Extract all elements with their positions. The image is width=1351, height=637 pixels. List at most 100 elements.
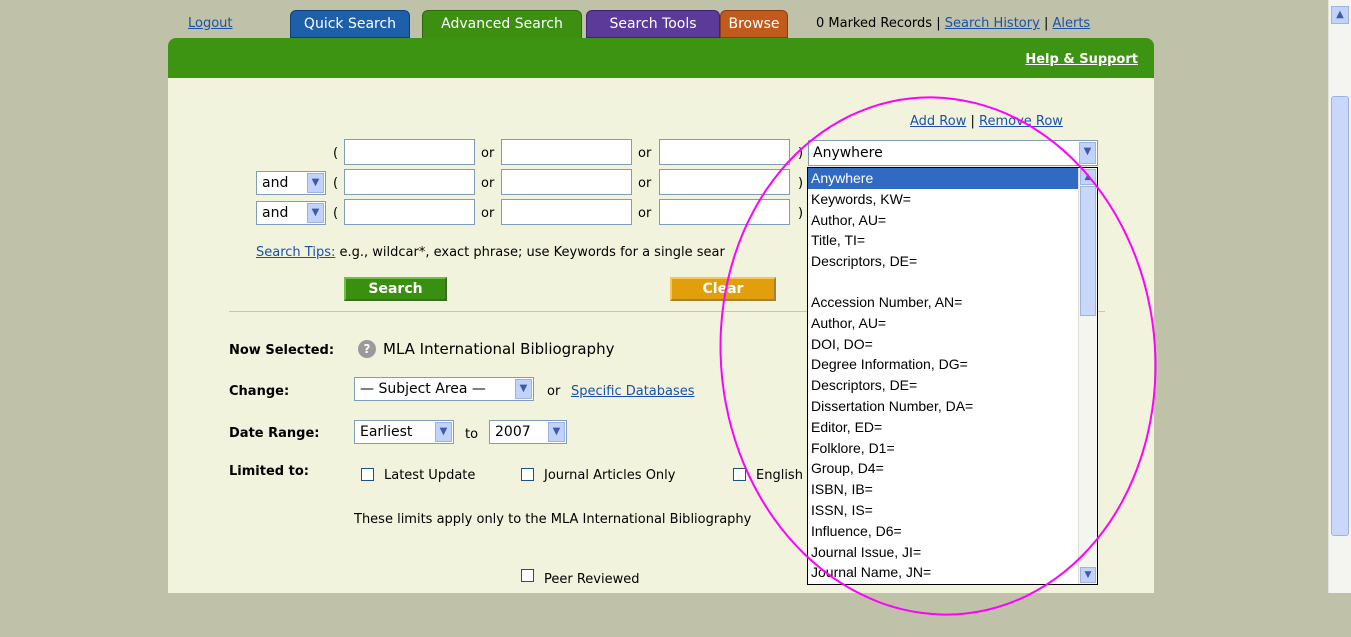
- dropdown-option[interactable]: Title, TI=: [808, 230, 1097, 251]
- chevron-down-icon[interactable]: ▼: [1080, 567, 1096, 583]
- dropdown-option[interactable]: Influence, D6=: [808, 521, 1097, 542]
- add-row-link[interactable]: Add Row: [910, 114, 966, 129]
- search-button[interactable]: Search: [344, 277, 447, 301]
- peer-reviewed-checkbox[interactable]: [521, 569, 534, 582]
- search-tips: Search Tips: e.g., wildcar*, exact phras…: [256, 245, 725, 260]
- date-range-label: Date Range:: [229, 426, 320, 441]
- remove-row-link[interactable]: Remove Row: [979, 114, 1063, 129]
- dropdown-items: Anywhere Keywords, KW= Author, AU= Title, T…: [808, 168, 1097, 583]
- chevron-down-icon[interactable]: ▼: [548, 422, 565, 442]
- separator: |: [936, 16, 941, 31]
- separator: |: [1043, 16, 1049, 31]
- dropdown-option[interactable]: Anywhere: [808, 168, 1097, 189]
- chevron-down-icon[interactable]: ▼: [435, 422, 452, 442]
- english-checkbox[interactable]: [733, 468, 746, 481]
- query-input-2c[interactable]: [659, 169, 790, 195]
- dropdown-option[interactable]: Folklore, D1=: [808, 438, 1097, 459]
- dropdown-option[interactable]: Degree Information, DG=: [808, 354, 1097, 375]
- chevron-down-icon[interactable]: ▼: [515, 379, 532, 399]
- journal-articles-label: Journal Articles Only: [544, 468, 676, 483]
- boolean-select-2[interactable]: and ▼: [256, 171, 326, 195]
- dropdown-option[interactable]: Dissertation Number, DA=: [808, 396, 1097, 417]
- help-support-link[interactable]: Help & Support: [1025, 52, 1138, 67]
- dropdown-scrollbar[interactable]: ▲ ▼: [1078, 168, 1097, 584]
- query-input-1b[interactable]: [501, 139, 632, 165]
- scroll-thumb[interactable]: [1331, 96, 1349, 536]
- chevron-up-icon[interactable]: ▲: [1331, 6, 1349, 24]
- dropdown-option[interactable]: Accession Number, AN=: [808, 292, 1097, 313]
- close-paren: ): [798, 206, 804, 221]
- scroll-thumb[interactable]: [1080, 186, 1096, 316]
- dropdown-option[interactable]: Descriptors, DE=: [808, 375, 1097, 396]
- dropdown-option[interactable]: ISBN, IB=: [808, 479, 1097, 500]
- page-scrollbar[interactable]: ▲: [1328, 0, 1351, 593]
- english-label: English: [756, 468, 803, 483]
- dropdown-option[interactable]: Author, AU=: [808, 313, 1097, 334]
- query-input-3c[interactable]: [659, 199, 790, 225]
- dropdown-option[interactable]: Descriptors, DE=: [808, 251, 1097, 272]
- chevron-up-icon[interactable]: ▲: [1080, 169, 1096, 185]
- clear-button[interactable]: Clear: [670, 277, 776, 301]
- tab-advanced-search[interactable]: Advanced Search: [422, 10, 582, 40]
- query-input-3a[interactable]: [344, 199, 475, 225]
- subject-area-value: — Subject Area —: [360, 381, 486, 397]
- subject-area-select[interactable]: — Subject Area — ▼: [354, 377, 534, 401]
- query-input-1a[interactable]: [344, 139, 475, 165]
- boolean-value: and: [262, 205, 289, 221]
- query-input-2a[interactable]: [344, 169, 475, 195]
- specific-databases-link[interactable]: Specific Databases: [571, 384, 695, 399]
- or-label: or: [481, 206, 495, 221]
- close-paren: ): [798, 176, 804, 191]
- date-to-select[interactable]: 2007 ▼: [489, 420, 567, 444]
- or-label: or: [481, 146, 495, 161]
- query-input-2b[interactable]: [501, 169, 632, 195]
- boolean-select-3[interactable]: and ▼: [256, 201, 326, 225]
- or-label: or: [481, 176, 495, 191]
- latest-update-label: Latest Update: [384, 468, 476, 483]
- or-label: or: [638, 206, 652, 221]
- row-controls: Add Row | Remove Row: [910, 114, 1063, 129]
- limits-note: These limits apply only to the MLA Inter…: [354, 512, 752, 527]
- logout-link[interactable]: Logout: [188, 16, 233, 31]
- chevron-down-icon[interactable]: ▼: [307, 203, 324, 223]
- or-label: or: [638, 176, 652, 191]
- close-paren: ): [798, 146, 804, 161]
- tab-browse[interactable]: Browse: [720, 10, 788, 38]
- chevron-down-icon[interactable]: ▼: [307, 173, 324, 193]
- query-input-3b[interactable]: [501, 199, 632, 225]
- now-selected-label: Now Selected:: [229, 343, 335, 358]
- date-to-value: 2007: [495, 424, 531, 440]
- alerts-link[interactable]: Alerts: [1052, 16, 1090, 31]
- dropdown-option: [808, 272, 1097, 292]
- dropdown-option[interactable]: Editor, ED=: [808, 417, 1097, 438]
- tab-search-tools[interactable]: Search Tools: [586, 10, 720, 38]
- dropdown-option[interactable]: Journal Name, JN=: [808, 562, 1097, 583]
- dropdown-option[interactable]: ISSN, IS=: [808, 500, 1097, 521]
- field-select[interactable]: Anywhere ▼: [808, 140, 1098, 166]
- search-tips-link[interactable]: Search Tips:: [256, 245, 335, 260]
- top-nav: Logout Quick Search Advanced Search Sear…: [168, 10, 1154, 40]
- peer-reviewed-label: Peer Reviewed: [544, 572, 640, 587]
- search-history-link[interactable]: Search History: [945, 16, 1040, 31]
- chevron-down-icon[interactable]: ▼: [1079, 142, 1096, 164]
- or-label: or: [547, 384, 561, 399]
- dropdown-option[interactable]: Author, AU=: [808, 210, 1097, 231]
- date-from-select[interactable]: Earliest ▼: [354, 420, 454, 444]
- query-input-1c[interactable]: [659, 139, 790, 165]
- dropdown-option[interactable]: Journal Issue, JI=: [808, 542, 1097, 563]
- open-paren: (: [333, 206, 339, 221]
- latest-update-checkbox[interactable]: [361, 468, 374, 481]
- tab-quick-search[interactable]: Quick Search: [290, 10, 410, 38]
- marked-records-count: 0 Marked Records: [816, 16, 933, 31]
- change-label: Change:: [229, 384, 290, 399]
- journal-articles-checkbox[interactable]: [521, 468, 534, 481]
- dropdown-option[interactable]: Keywords, KW=: [808, 189, 1097, 210]
- help-icon[interactable]: ?: [358, 340, 376, 358]
- date-from-value: Earliest: [360, 424, 413, 440]
- dropdown-option[interactable]: DOI, DO=: [808, 334, 1097, 355]
- header-bar: Help & Support: [168, 38, 1154, 78]
- or-label: or: [638, 146, 652, 161]
- dropdown-option[interactable]: Group, D4=: [808, 458, 1097, 479]
- to-label: to: [465, 427, 479, 442]
- limited-to-label: Limited to:: [229, 464, 309, 479]
